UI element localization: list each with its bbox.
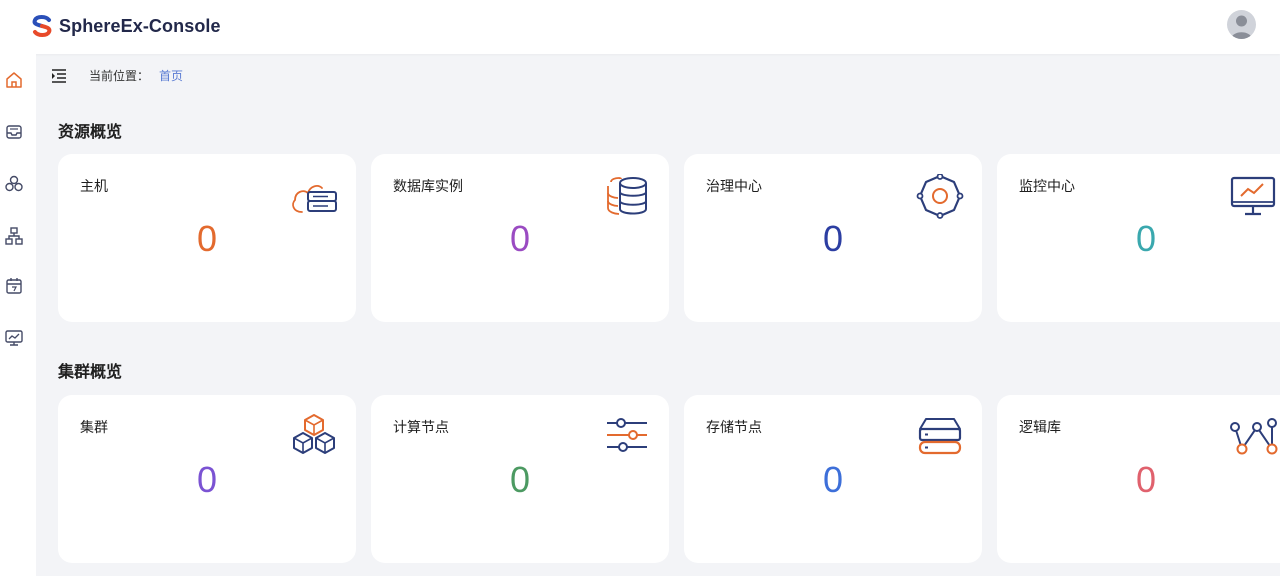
cubes-icon: [293, 414, 335, 454]
card-title: 集群: [80, 420, 108, 436]
card-value: 0: [1135, 459, 1157, 500]
card-clusters[interactable]: 集群 0: [58, 395, 356, 563]
cloud-server-icon: [292, 185, 337, 213]
card-monitoring[interactable]: 监控中心 0: [997, 154, 1280, 322]
card-value: 0: [822, 218, 844, 259]
cluster-icon[interactable]: [4, 174, 24, 194]
inbox-icon[interactable]: [4, 122, 24, 142]
card-value: 0: [822, 459, 844, 500]
calendar-icon[interactable]: [4, 276, 24, 296]
sphereex-logo-icon: [32, 15, 52, 37]
section-title-clusters: 集群概览: [58, 362, 123, 381]
user-icon: [1231, 15, 1252, 39]
card-storage-nodes[interactable]: 存储节点 0: [684, 395, 982, 563]
card-title: 存储节点: [706, 420, 762, 436]
card-title: 主机: [80, 179, 108, 195]
breadcrumb: 当前位置： 首页: [89, 67, 183, 85]
breadcrumb-current[interactable]: 首页: [159, 69, 183, 83]
top-bar: SphereEx-Console: [0, 0, 1280, 54]
card-title: 计算节点: [393, 420, 449, 436]
card-title: 监控中心: [1019, 179, 1075, 195]
database-icon: [607, 177, 647, 215]
sidebar: [0, 54, 36, 576]
gear-icon: [916, 174, 964, 219]
card-title: 逻辑库: [1019, 420, 1061, 436]
card-compute-nodes[interactable]: 计算节点 0: [371, 395, 669, 563]
card-hosts[interactable]: 主机 0: [58, 154, 356, 322]
sliders-icon: [607, 418, 647, 452]
card-governance[interactable]: 治理中心 0: [684, 154, 982, 322]
card-value: 0: [196, 218, 218, 259]
app-title: SphereEx-Console: [59, 15, 221, 36]
card-value: 0: [509, 218, 531, 259]
topology-icon[interactable]: [4, 226, 24, 246]
breadcrumb-label: 当前位置：: [89, 69, 150, 83]
storage-icon: [918, 418, 962, 455]
card-logic-db[interactable]: 逻辑库 0: [997, 395, 1280, 563]
home-icon[interactable]: [4, 70, 24, 90]
card-value: 0: [1135, 218, 1157, 259]
logo[interactable]: SphereEx-Console: [30, 14, 221, 38]
card-db-instances[interactable]: 数据库实例 0: [371, 154, 669, 322]
nodes-graph-icon: [1230, 418, 1278, 455]
card-title: 数据库实例: [393, 179, 463, 195]
card-title: 治理中心: [706, 179, 762, 195]
section-title-resources: 资源概览: [58, 122, 123, 141]
monitor-icon: [1230, 176, 1276, 216]
card-value: 0: [509, 459, 531, 500]
collapse-menu-icon[interactable]: [50, 67, 68, 85]
card-value: 0: [196, 459, 218, 500]
monitor-icon[interactable]: [4, 328, 24, 348]
user-avatar[interactable]: [1227, 10, 1256, 39]
